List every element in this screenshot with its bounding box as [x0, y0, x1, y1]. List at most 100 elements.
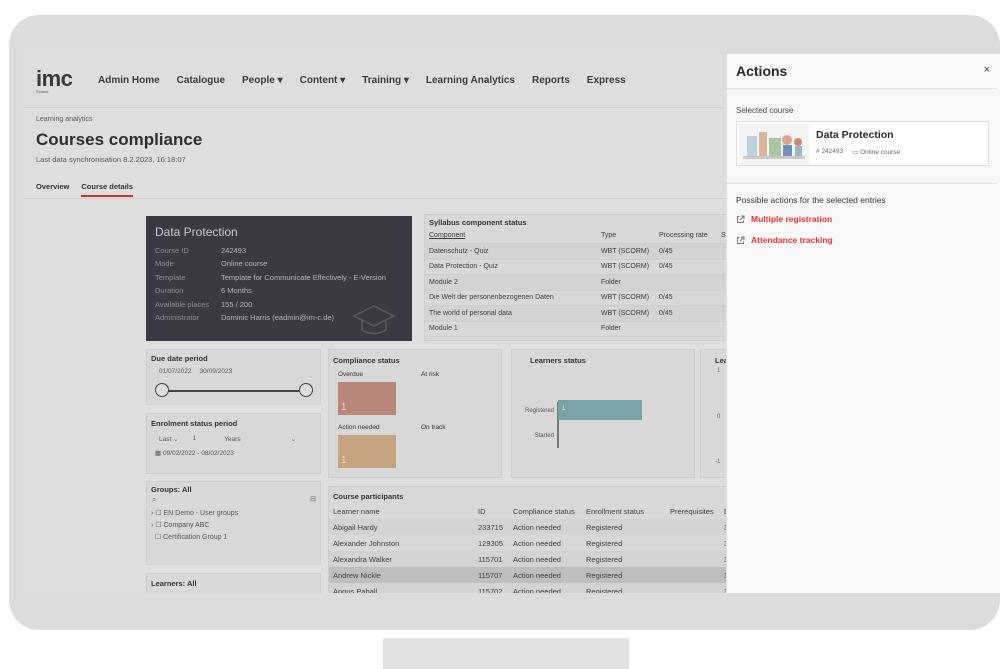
column-header[interactable]: Learner name: [329, 503, 474, 519]
tile-label-overdue: Overdue: [338, 371, 363, 378]
possible-actions-label: Possible actions for the selected entrie…: [736, 195, 886, 205]
table-row-selected[interactable]: Andrew Nickle 115707 Action needed Register…: [329, 567, 739, 583]
graduation-cap-icon: [352, 305, 396, 335]
due-date-from[interactable]: 01/07/2022: [159, 368, 192, 375]
table-row[interactable]: Data Protection - Quiz WBT (SCORM) 0/45: [425, 259, 739, 275]
enrolment-period-select[interactable]: Years ⌄: [224, 435, 296, 443]
tab-course-details[interactable]: Course details: [81, 182, 134, 197]
nav-training[interactable]: Training ▾: [362, 75, 409, 86]
tile-overdue[interactable]: 1: [338, 382, 396, 415]
syllabus-table: Component Type Processing rate Start Dat…: [425, 228, 739, 337]
nav-content[interactable]: Content ▾: [300, 75, 346, 86]
breadcrumb[interactable]: Learning analytics: [36, 116, 92, 123]
sync-status: Last data synchronisation 8.2.2023, 16:1…: [36, 155, 186, 164]
compliance-panel: Compliance status Overdue At risk 1 Acti…: [328, 349, 502, 478]
table-row[interactable]: Angus Paball 115702 Action needed Registere…: [329, 583, 739, 593]
course-thumbnail: [739, 124, 809, 165]
calendar-icon: ▦: [155, 450, 162, 457]
column-header[interactable]: Type: [597, 228, 655, 244]
screen: imc Scheer Admin Home Catalogue People ▾…: [23, 54, 1000, 593]
column-header[interactable]: Prerequisites: [666, 503, 720, 519]
nav-express[interactable]: Express: [587, 75, 626, 86]
tree-item[interactable]: ☐ Certification Group 1: [151, 532, 238, 544]
tab-overview[interactable]: Overview: [36, 182, 69, 197]
column-header[interactable]: Component: [425, 228, 597, 244]
table-header-row: Learner name ID Compliance status Enroll…: [329, 503, 739, 519]
tile-action-needed[interactable]: 1: [338, 435, 396, 468]
table-row[interactable]: The world of personal data WBT (SCORM) 0/4…: [425, 305, 739, 322]
due-date-to[interactable]: 30/09/2023: [200, 368, 233, 375]
table-row[interactable]: Alexandra Walker 115701 Action needed Regis…: [329, 551, 739, 567]
due-date-values: 01/07/2022 30/09/2023: [159, 368, 232, 375]
table-row[interactable]: Module 2 Folder: [425, 274, 739, 291]
due-date-panel: Due date period 01/07/2022 30/09/2023: [146, 349, 321, 405]
selected-course-title: Data Protection: [816, 129, 894, 141]
course-info-card: Data Protection Course ID 242493 Mode Onli…: [146, 216, 412, 341]
column-header[interactable]: Enrollment status: [582, 503, 666, 519]
nav-admin-home[interactable]: Admin Home: [98, 75, 160, 86]
participants-title: Course participants: [333, 492, 404, 501]
external-link-icon: [737, 236, 745, 244]
column-header[interactable]: Compliance status: [509, 503, 582, 519]
collapse-icon[interactable]: ⊟: [310, 495, 316, 503]
column-header[interactable]: ID: [474, 503, 509, 519]
syllabus-panel: Syllabus component status Component Type…: [424, 214, 739, 341]
table-row[interactable]: Module 1 Folder: [425, 321, 739, 337]
monitor-icon: ▭: [852, 149, 859, 156]
bar-registered[interactable]: 1: [558, 400, 642, 420]
enrolment-number[interactable]: 1: [193, 435, 197, 443]
groups-panel: Groups: All ⌕ ⊟ › ☐ EN Demo - User group…: [146, 481, 321, 565]
tree-item[interactable]: › ☐ Company ABC: [151, 520, 238, 532]
bar-label-started: Started: [534, 433, 554, 439]
multiple-registration-link[interactable]: Multiple registration: [736, 214, 832, 224]
attendance-tracking-link[interactable]: Attendance tracking: [736, 235, 833, 245]
enrolment-unit-select[interactable]: Last ⌄: [159, 435, 179, 443]
learners-status-panel: Learners status Registered 1 Started: [511, 349, 695, 478]
table-row[interactable]: Abigail Hardy 233715 Action needed Register…: [329, 519, 739, 535]
syllabus-title: Syllabus component status: [429, 218, 527, 227]
column-header[interactable]: Processing rate: [655, 228, 717, 244]
due-date-slider-start[interactable]: [155, 383, 169, 397]
nav-reports[interactable]: Reports: [532, 75, 570, 86]
imc-logo[interactable]: imc Scheer: [36, 67, 76, 94]
table-row[interactable]: Datenschutz - Quiz WBT (SCORM) 0/45: [425, 243, 739, 260]
axis-tick: 0: [717, 414, 721, 420]
enrolment-title: Enrolment status period: [151, 419, 238, 428]
learners-status-title: Learners status: [530, 356, 586, 365]
top-navigation: imc Scheer Admin Home Catalogue People ▾…: [23, 54, 739, 108]
course-info-row: Course ID 242493: [155, 246, 247, 255]
selected-course-card[interactable]: Data Protection # 242493 ▭ Online course: [736, 121, 989, 166]
due-date-slider-end[interactable]: [299, 383, 313, 397]
divider: [727, 183, 997, 184]
app-background: imc Scheer Admin Home Catalogue People ▾…: [23, 54, 739, 593]
course-id: # 242493: [816, 148, 844, 155]
tab-divider: [23, 198, 739, 199]
learners-filter-title: Learners: All: [151, 579, 197, 588]
course-illustration-icon: [739, 124, 809, 165]
nav-learning-analytics[interactable]: Learning Analytics: [426, 75, 515, 86]
compliance-title: Compliance status: [333, 356, 400, 365]
tile-label-action-needed: Action needed: [338, 424, 380, 431]
due-date-slider-track[interactable]: [157, 390, 305, 392]
learners-filter-panel: Learners: All: [146, 573, 321, 593]
hash-icon: #: [816, 148, 820, 155]
search-icon[interactable]: ⌕: [152, 495, 156, 505]
table-row[interactable]: Alexander Johnston 129305 Action needed Reg…: [329, 535, 739, 551]
close-icon[interactable]: ×: [984, 64, 990, 76]
table-header-row: Component Type Processing rate Start: [425, 228, 739, 244]
course-type: ▭ Online course: [852, 149, 901, 156]
table-row[interactable]: Die Welt der personenbezogenen Daten WBT …: [425, 290, 739, 306]
participants-table: Learner name ID Compliance status Enroll…: [329, 503, 739, 593]
course-info-row: Template Template for Communicate Effecti…: [155, 272, 386, 282]
axis-tick: -1: [715, 459, 721, 465]
tile-label-on-track: On track: [421, 424, 446, 431]
participants-panel: Course participants Learner name ID Comp…: [328, 486, 739, 593]
nav-people[interactable]: People ▾: [242, 75, 283, 86]
groups-title: Groups: All: [151, 485, 192, 494]
enrolment-panel: Enrolment status period Last ⌄ 1 Years ⌄ …: [146, 413, 321, 474]
actions-panel: Actions × Selected course Data Protectio…: [726, 54, 1000, 593]
nav-catalogue[interactable]: Catalogue: [177, 75, 225, 86]
tree-item[interactable]: › ☐ EN Demo - User groups: [151, 508, 238, 520]
enrolment-range[interactable]: ▦ 09/02/2022 - 08/02/2023: [155, 449, 234, 457]
due-date-title: Due date period: [151, 354, 208, 363]
